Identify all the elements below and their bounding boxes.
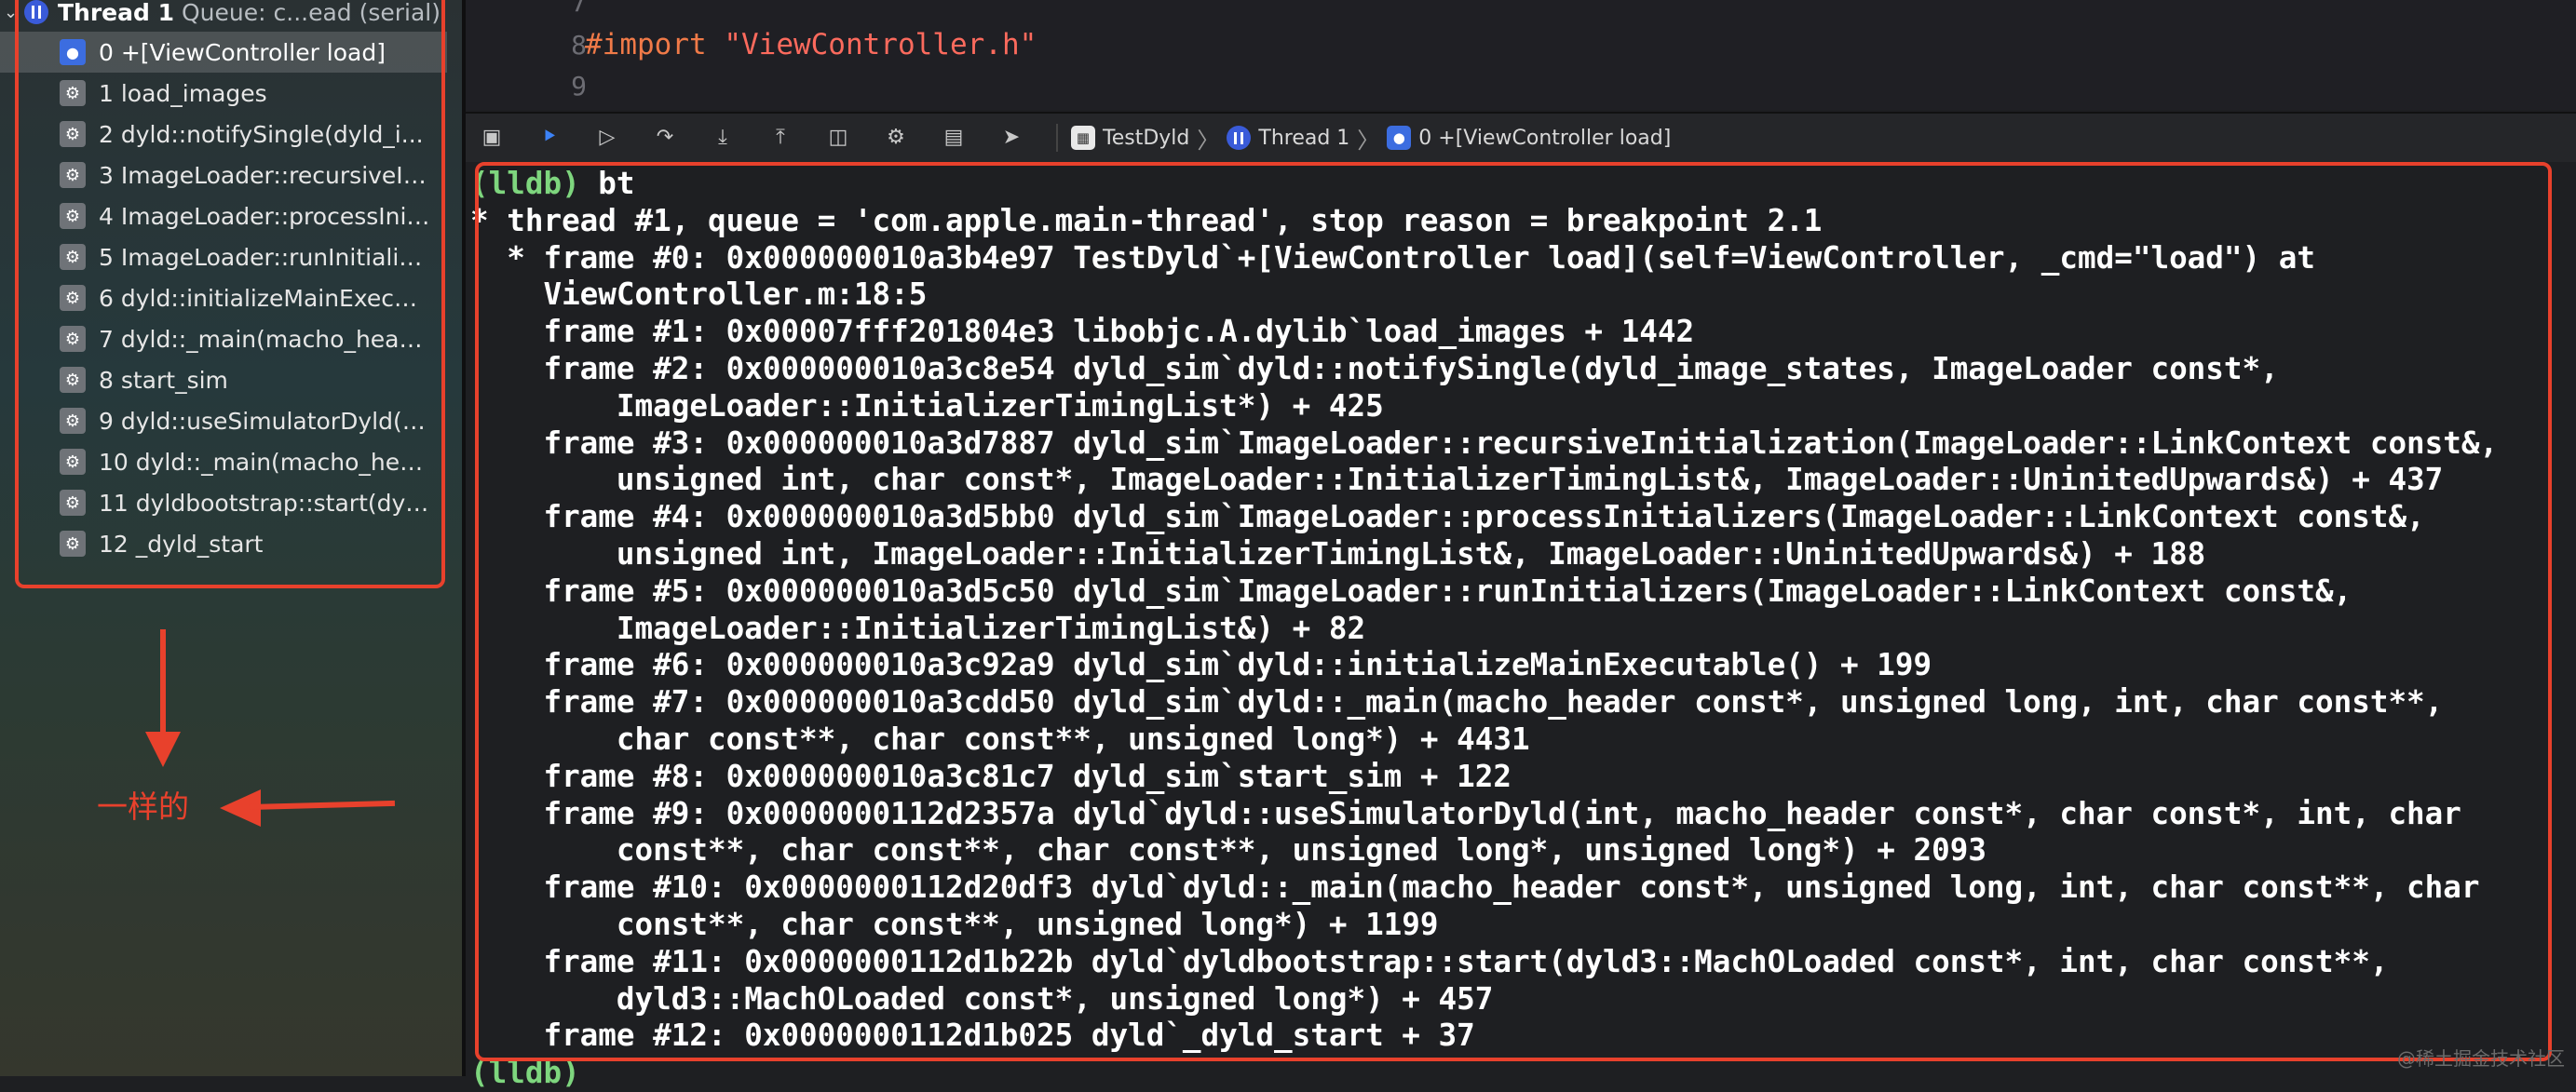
app-icon: ▦ [1071, 126, 1095, 150]
view-hierarchy-icon[interactable]: ◫ [827, 127, 849, 149]
breadcrumb: ▦ TestDyld 〉 Thread 1 〉 ● 0 +[ViewContro… [1071, 122, 1671, 155]
step-into-icon[interactable]: ⤓ [712, 127, 734, 149]
thread-icon [1227, 126, 1252, 150]
breadcrumb-app[interactable]: TestDyld [1103, 127, 1189, 150]
import-directive: #import [585, 28, 707, 61]
step-over-icon[interactable]: ↷ [654, 127, 676, 149]
watermark: @稀土掘金技术社区 [2397, 1047, 2565, 1070]
step-out-icon[interactable]: ⤒ [769, 127, 792, 149]
source-editor[interactable]: 7 8 9 #import "ViewController.h" [466, 0, 2576, 110]
debug-bar: ▣ ⯈ ▷ ↷ ⤓ ⤒ ◫ ⚙ ▤ ➤ ▦ TestDyld 〉 Thread … [466, 112, 2576, 164]
annotation-arrow-down [160, 629, 166, 739]
code-line[interactable]: #import "ViewController.h" [585, 28, 1037, 61]
memory-graph-icon[interactable]: ⚙ [885, 127, 907, 149]
breadcrumb-frame[interactable]: 0 +[ViewController load] [1418, 127, 1671, 150]
line-number: 9 [571, 71, 587, 101]
annotation-arrow-left [249, 800, 396, 810]
annotation-highlight-box [475, 162, 2552, 1061]
annotation-highlight-box [15, 0, 445, 588]
line-number: 8 [571, 30, 587, 61]
import-path-string: "ViewController.h" [724, 28, 1037, 61]
toolbar-separator [1056, 124, 1058, 152]
annotation-label: 一样的 [97, 789, 189, 825]
lldb-console[interactable]: (lldb) bt * thread #1, queue = 'com.appl… [466, 162, 2576, 1090]
hide-debug-area-icon[interactable]: ▣ [481, 127, 503, 149]
line-number: 7 [571, 0, 587, 18]
continue-icon[interactable]: ▷ [596, 127, 618, 149]
breadcrumb-chevron-icon: 〉 [1197, 127, 1220, 154]
breakpoints-toggle-icon[interactable]: ⯈ [538, 127, 561, 149]
breadcrumb-thread[interactable]: Thread 1 [1258, 127, 1349, 150]
breadcrumb-chevron-icon: 〉 [1357, 127, 1380, 154]
user-icon: ● [1387, 126, 1412, 150]
environment-overrides-icon[interactable]: ▤ [942, 127, 965, 149]
debug-navigator: ⌄ Thread 1 Queue: c...ead (serial) ● 0 +[… [0, 0, 462, 1076]
simulate-location-icon[interactable]: ➤ [1000, 127, 1023, 149]
annotation-arrow-down-head [145, 732, 181, 767]
